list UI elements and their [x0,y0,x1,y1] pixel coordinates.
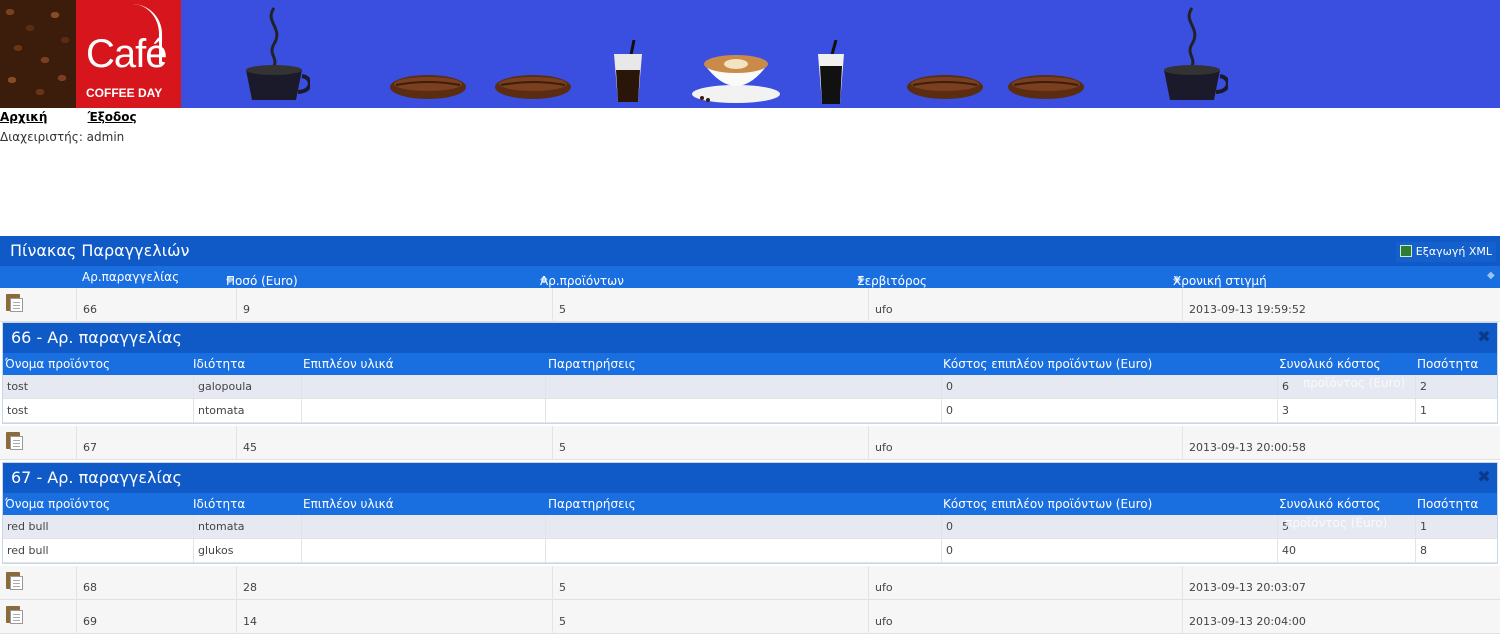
order-amount: 14 [236,600,552,634]
grid-title: Πίνακας Παραγγελιών Εξαγωγή XML [0,236,1500,266]
order-products: 5 [552,288,868,322]
order-details-icon[interactable] [6,294,24,312]
export-xml-button[interactable]: Εξαγωγή XML [1395,242,1496,262]
detail-title: 67 - Αρ. παραγγελίας ✖ [3,463,1497,493]
table-row: 69 14 5 ufo 2013-09-13 20:04:00 [0,600,1500,634]
order-waiter: ufo [868,426,1184,460]
order-detail-panel: 67 - Αρ. παραγγελίας ✖ Όνομα προϊόντος Ι… [2,462,1498,564]
tooltip-text: προϊόντος (Euro) [1303,376,1406,390]
column-quantity: Ποσότητα [1417,357,1479,371]
order-products: 5 [552,426,868,460]
column-extra-cost: Κόστος επιπλέον προϊόντων (Euro) [943,357,1153,371]
sort-icon[interactable]: ◆ [1487,270,1495,281]
coffee-bean-icon [390,75,466,99]
order-number: 67 [76,426,236,460]
excel-icon [1399,245,1412,257]
column-product-name: Όνομα προϊόντος [5,357,111,371]
order-time: 2013-09-13 20:00:58 [1182,426,1500,460]
table-row: 67 45 5 ufo 2013-09-13 20:00:58 [0,426,1500,460]
order-waiter: ufo [868,600,1184,634]
coffee-beans-image [0,0,76,108]
order-amount: 45 [236,426,552,460]
orders-grid: Πίνακας Παραγγελιών Εξαγωγή XML Αρ.παραγ… [0,236,1500,634]
order-time: 2013-09-13 20:03:07 [1182,566,1500,600]
order-number: 68 [76,566,236,600]
order-waiter: ufo [868,288,1184,322]
order-time: 2013-09-13 19:59:52 [1182,288,1500,322]
detail-row: tost ntomata 0 3 1 [3,399,1497,423]
cappuccino-cup-icon [1164,7,1228,100]
order-details-icon[interactable] [6,432,24,450]
order-number: 66 [76,288,236,322]
column-notes: Παρατηρήσεις [548,357,636,371]
latte-cup-icon [692,55,780,103]
frappe-glass-icon [818,40,844,104]
grid-column-header: Αρ.παραγγελίας ◆ Ποσό (Euro) ◆ Αρ.προϊόν… [0,266,1500,288]
column-property: Ιδιότητα [193,357,246,371]
order-time: 2013-09-13 20:04:00 [1182,600,1500,634]
coffee-bean-icon [907,75,983,99]
column-notes: Παρατηρήσεις [548,497,636,511]
order-details-icon[interactable] [6,606,24,624]
cafe-coffee-day-logo: Café COFFEE DAY [76,0,181,108]
column-product-name: Όνομα προϊόντος [5,497,111,511]
logout-link[interactable]: Έξοδος [88,110,137,124]
close-icon[interactable]: ✖ [1477,329,1491,345]
table-row: 66 9 5 ufo 2013-09-13 19:59:52 [0,288,1500,322]
column-total-cost: Συνολικό κόστος [1279,497,1381,511]
close-icon[interactable]: ✖ [1477,469,1491,485]
column-order-no[interactable]: Αρ.παραγγελίας [82,270,179,284]
column-property: Ιδιότητα [193,497,246,511]
detail-row: red bull ntomata 0 5 1 προϊόντος (Euro) [3,515,1497,539]
column-extra-cost: Κόστος επιπλέον προϊόντων (Euro) [943,497,1153,511]
coffee-bean-icon [495,75,571,99]
cappuccino-cup-icon [246,7,310,100]
table-row: 68 28 5 ufo 2013-09-13 20:03:07 [0,566,1500,600]
order-number: 69 [76,600,236,634]
detail-row: tost galopoula 0 6 2 προϊόντος (Euro) [3,375,1497,399]
column-extras: Επιπλέον υλικά [303,497,394,511]
order-waiter: ufo [868,566,1184,600]
detail-column-header: Όνομα προϊόντος Ιδιότητα Επιπλέον υλικά … [3,493,1497,515]
top-nav: Αρχική Έξοδος [0,110,173,124]
detail-column-header: Όνομα προϊόντος Ιδιότητα Επιπλέον υλικά … [3,353,1497,375]
detail-row: red bull glukos 0 40 8 [3,539,1497,563]
detail-title: 66 - Αρ. παραγγελίας ✖ [3,323,1497,353]
order-products: 5 [552,600,868,634]
tooltip-text: προϊόντος (Euro) [1285,516,1388,530]
order-detail-panel: 66 - Αρ. παραγγελίας ✖ Όνομα προϊόντος Ι… [2,322,1498,424]
column-total-cost: Συνολικό κόστος [1279,357,1381,371]
home-link[interactable]: Αρχική [0,110,47,124]
order-details-icon[interactable] [6,572,24,590]
order-amount: 9 [236,288,552,322]
admin-label: Διαχειριστής: admin [0,130,125,144]
order-amount: 28 [236,566,552,600]
iced-coffee-glass-icon [614,40,642,102]
order-products: 5 [552,566,868,600]
column-extras: Επιπλέον υλικά [303,357,394,371]
header-banner: Café COFFEE DAY [0,0,1500,108]
coffee-bean-icon [1008,75,1084,99]
column-quantity: Ποσότητα [1417,497,1479,511]
